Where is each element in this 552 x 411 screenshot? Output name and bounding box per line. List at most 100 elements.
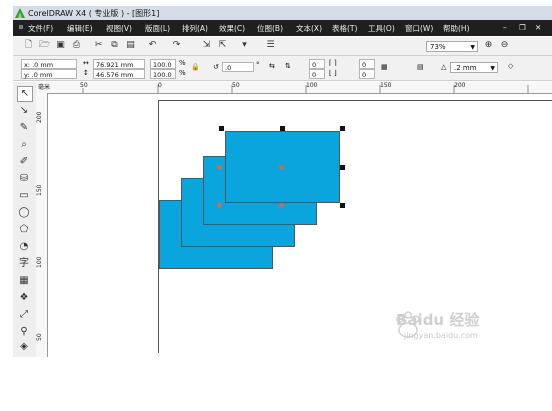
ruler-label: 200 xyxy=(454,82,466,89)
round-corners-together-icon[interactable]: ▦ xyxy=(381,63,388,71)
menu-effects[interactable]: 效果(C) xyxy=(219,23,245,34)
corner-radius-bottom-left[interactable]: 0 xyxy=(309,69,325,79)
wrap-text-icon[interactable]: ▤ xyxy=(417,63,424,71)
selection-handle[interactable] xyxy=(340,165,345,170)
ruler-label: 100 xyxy=(306,82,318,89)
zoom-out-icon[interactable]: ⊖ xyxy=(499,40,510,51)
polygon-tool-icon[interactable]: ⬠ xyxy=(17,223,31,237)
property-bar: x: .0 mm y: .0 mm ↔ ↕ 76.921 mm 46.576 m… xyxy=(13,56,552,81)
y-position-field[interactable]: y: .0 mm xyxy=(21,69,77,79)
open-folder-icon[interactable]: 🗁 xyxy=(39,40,50,51)
height-field[interactable]: 46.576 mm xyxy=(93,69,145,79)
zoom-in-icon[interactable]: ⊕ xyxy=(483,40,494,51)
page-border-top xyxy=(158,100,552,101)
outline-width-combo[interactable]: .2 mm ▼ xyxy=(450,62,498,73)
height-icon: ↕ xyxy=(83,69,89,77)
freehand-tool-icon[interactable]: ✐ xyxy=(17,155,31,169)
object-center-marker xyxy=(279,165,284,170)
menu-text[interactable]: 文本(X) xyxy=(296,23,322,34)
corner-radius-top-left[interactable]: 0 xyxy=(309,59,325,69)
corner-bracket-icon: ⌊ ⌋ xyxy=(329,69,337,77)
mirror-vertical-icon[interactable]: ⇅ xyxy=(285,62,291,70)
width-field[interactable]: 76.921 mm xyxy=(93,59,145,69)
ellipse-tool-icon[interactable]: ◯ xyxy=(17,206,31,220)
vertical-ruler[interactable]: 200 150 100 50 xyxy=(36,93,48,357)
print-icon[interactable]: ⎙ xyxy=(71,40,82,51)
corner-radius-bottom-right[interactable]: 0 xyxy=(359,69,375,79)
menu-arrange[interactable]: 排列(A) xyxy=(182,23,208,34)
ruler-label: 150 xyxy=(380,82,392,89)
menu-help[interactable]: 帮助(H) xyxy=(443,23,470,34)
object-center-marker xyxy=(279,203,284,208)
cut-icon[interactable]: ✂ xyxy=(93,40,104,51)
ruler-label: 150 xyxy=(36,184,43,196)
ruler-label: 0 xyxy=(158,82,162,89)
new-document-icon[interactable]: 🗋 xyxy=(23,40,34,51)
table-tool-icon[interactable]: ▦ xyxy=(17,274,31,288)
menu-edit[interactable]: 编辑(E) xyxy=(67,23,93,34)
restore-button[interactable]: ❐ xyxy=(519,23,526,32)
selection-handle[interactable] xyxy=(280,126,285,131)
paste-icon[interactable]: ▤ xyxy=(125,40,136,51)
selection-handle[interactable] xyxy=(219,126,224,131)
window-title: CorelDRAW X4 ( 专业版 ) - [图形1] xyxy=(28,9,160,18)
rotation-angle-field[interactable]: .0 xyxy=(222,62,254,72)
redo-icon[interactable]: ↷ xyxy=(171,40,182,51)
import-icon[interactable]: ⇲ xyxy=(201,40,212,51)
smart-fill-tool-icon[interactable]: ⛁ xyxy=(17,172,31,186)
rectangle-tool-icon[interactable]: ▭ xyxy=(17,189,31,203)
convert-to-curves-icon[interactable]: ◇ xyxy=(508,62,513,70)
scale-width-field[interactable]: 100.0 xyxy=(150,59,176,69)
minimize-button[interactable]: – xyxy=(503,23,507,32)
corner-radius-top-right[interactable]: 0 xyxy=(359,59,375,69)
eyedropper-tool-icon[interactable]: ⤢ xyxy=(17,308,31,322)
menu-window[interactable]: 窗口(W) xyxy=(405,23,433,34)
chevron-down-icon: ▼ xyxy=(490,65,495,72)
outline-pen-icon: △ xyxy=(441,63,447,71)
export-icon[interactable]: ⇱ xyxy=(217,40,228,51)
zoom-level-combo[interactable]: 73% ▼ xyxy=(426,41,478,52)
menu-bar: 文件(F) 编辑(E) 视图(V) 版面(L) 排列(A) 效果(C) 位图(B… xyxy=(13,20,552,36)
scale-height-field[interactable]: 100.0 xyxy=(150,69,176,79)
basic-shapes-tool-icon[interactable]: ◔ xyxy=(17,240,31,254)
shape-tool-icon[interactable]: ↘ xyxy=(17,104,31,118)
zoom-tool-icon[interactable]: ⌕ xyxy=(17,138,31,152)
baidu-watermark: Baidu 经验 jingyan.baidu.com xyxy=(388,305,528,345)
rotate-icon: ↺ xyxy=(213,63,219,71)
menu-layout[interactable]: 版面(L) xyxy=(145,23,170,34)
chevron-down-icon: ▼ xyxy=(470,44,475,51)
save-icon[interactable]: ▣ xyxy=(55,40,66,51)
menu-file[interactable]: 文件(F) xyxy=(28,23,53,34)
selection-handle[interactable] xyxy=(340,203,345,208)
selection-handle[interactable] xyxy=(340,126,345,131)
ruler-label: 50 xyxy=(36,333,43,341)
application-launcher-icon[interactable]: ▾ xyxy=(239,40,250,51)
menu-table[interactable]: 表格(T) xyxy=(332,23,357,34)
ruler-label: 200 xyxy=(36,111,43,123)
outline-tool-icon[interactable]: ⚲ xyxy=(17,325,31,339)
copy-icon[interactable]: ⧉ xyxy=(109,40,120,51)
undo-icon[interactable]: ↶ xyxy=(147,40,158,51)
close-button[interactable]: ✕ xyxy=(535,23,541,32)
interactive-blend-tool-icon[interactable]: ❖ xyxy=(17,291,31,305)
mirror-horizontal-icon[interactable]: ⇆ xyxy=(269,62,275,70)
horizontal-ruler[interactable]: 毫米 50 0 50 100 150 200 xyxy=(36,82,552,94)
fill-tool-icon[interactable]: ◈ xyxy=(17,340,31,354)
toolbox: ↖ ↘ ✎ ⌕ ✐ ⛁ ▭ ◯ ⬠ ◔ 字 ▦ ❖ ⤢ ⚲ ◈ xyxy=(13,82,37,357)
text-tool-icon[interactable]: 字 xyxy=(17,257,31,271)
crop-tool-icon[interactable]: ✎ xyxy=(17,121,31,135)
watermark-url: jingyan.baidu.com xyxy=(404,331,478,340)
title-bar: CorelDRAW X4 ( 专业版 ) - [图形1] xyxy=(13,6,552,20)
object-center-marker xyxy=(217,203,222,208)
lock-ratio-icon[interactable]: 🔒 xyxy=(191,63,200,71)
corner-bracket-icon: ⌈ ⌉ xyxy=(329,59,337,67)
menu-view[interactable]: 视图(V) xyxy=(106,23,132,34)
pick-tool-icon[interactable]: ↖ xyxy=(17,86,33,102)
watermark-brand: Baidu 经验 xyxy=(396,311,480,329)
menu-tools[interactable]: 工具(O) xyxy=(368,23,395,34)
standard-toolbar: 🗋 🗁 ▣ ⎙ ✂ ⧉ ▤ ↶ ↷ ⇲ ⇱ ▾ ☰ 73% ▼ ⊕ ⊖ xyxy=(13,37,552,56)
welcome-screen-icon[interactable]: ☰ xyxy=(265,40,276,51)
width-icon: ↔ xyxy=(83,59,89,67)
menu-bitmaps[interactable]: 位图(B) xyxy=(257,23,283,34)
x-position-field[interactable]: x: .0 mm xyxy=(21,59,77,69)
